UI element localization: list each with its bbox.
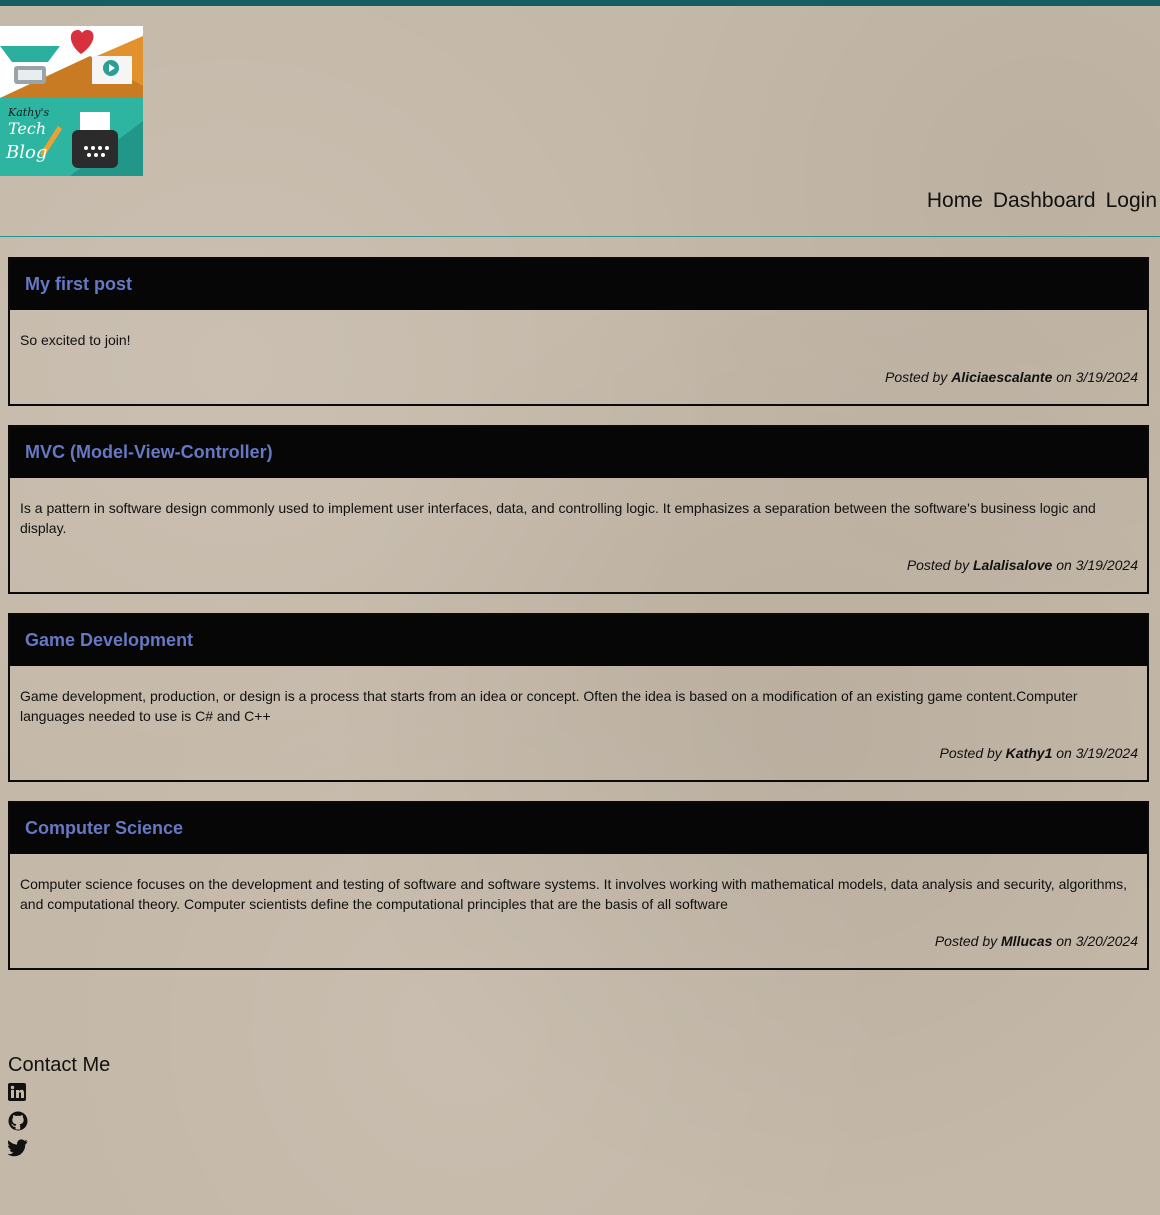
post-author: Mllucas bbox=[1001, 933, 1053, 949]
site-header: Kathy's Tech Blog Home Dashboard Login bbox=[0, 6, 1160, 237]
post-header: Computer Science bbox=[10, 803, 1147, 854]
post-card[interactable]: MVC (Model-View-Controller) Is a pattern… bbox=[8, 425, 1149, 594]
post-list: My first post So excited to join! Posted… bbox=[8, 257, 1149, 989]
post-header: My first post bbox=[10, 259, 1147, 310]
post-card[interactable]: Game Development Game development, produ… bbox=[8, 613, 1149, 782]
post-content: So excited to join! bbox=[20, 332, 131, 348]
post-author: Lalalisalove bbox=[972, 557, 1053, 573]
posted-by-label: Posted by bbox=[885, 369, 952, 385]
post-body: Game development, production, or design … bbox=[10, 666, 1147, 726]
nav-dashboard-link[interactable]: Dashboard bbox=[993, 189, 1096, 213]
post-meta: Posted by Lalalisalove on 3/19/2024 bbox=[10, 538, 1147, 592]
post-body: Computer science focuses on the developm… bbox=[10, 854, 1147, 914]
post-body: Is a pattern in software design commonly… bbox=[10, 478, 1147, 538]
post-header: Game Development bbox=[10, 615, 1147, 666]
post-author: Kathy1 bbox=[1005, 745, 1053, 761]
post-date: on 3/20/2024 bbox=[1052, 933, 1138, 949]
nav-home-link[interactable]: Home bbox=[927, 189, 983, 213]
linkedin-icon[interactable] bbox=[8, 1083, 28, 1103]
contact-title: Contact Me bbox=[8, 1054, 111, 1076]
posted-by-label: Posted by bbox=[939, 745, 1006, 761]
post-content: Is a pattern in software design commonly… bbox=[20, 500, 1096, 536]
post-header: MVC (Model-View-Controller) bbox=[10, 427, 1147, 478]
post-title[interactable]: Computer Science bbox=[25, 818, 183, 839]
post-meta: Posted by Aliciaescalante on 3/19/2024 bbox=[10, 350, 1147, 404]
post-date: on 3/19/2024 bbox=[1052, 745, 1138, 761]
post-content: Game development, production, or design … bbox=[20, 688, 1078, 724]
post-title[interactable]: MVC (Model-View-Controller) bbox=[25, 442, 273, 463]
site-footer: Contact Me bbox=[8, 1054, 110, 1167]
post-body: So excited to join! bbox=[10, 310, 1147, 350]
posted-by-label: Posted by bbox=[934, 933, 1001, 949]
post-date: on 3/19/2024 bbox=[1052, 557, 1138, 573]
github-icon[interactable] bbox=[8, 1111, 28, 1131]
logo-text-kathys: Kathy's bbox=[7, 106, 50, 119]
post-meta: Posted by Mllucas on 3/20/2024 bbox=[10, 914, 1147, 968]
post-date: on 3/19/2024 bbox=[1052, 369, 1138, 385]
post-card[interactable]: My first post So excited to join! Posted… bbox=[8, 257, 1149, 406]
post-title[interactable]: Game Development bbox=[25, 630, 193, 651]
logo-text-blog: Blog bbox=[5, 142, 47, 163]
post-card[interactable]: Computer Science Computer science focuse… bbox=[8, 801, 1149, 970]
nav-login-link[interactable]: Login bbox=[1106, 189, 1157, 213]
main-nav: Home Dashboard Login bbox=[927, 189, 1157, 213]
post-meta: Posted by Kathy1 on 3/19/2024 bbox=[10, 726, 1147, 780]
post-title[interactable]: My first post bbox=[25, 274, 132, 295]
logo-text-tech: Tech bbox=[8, 119, 46, 138]
twitter-icon[interactable] bbox=[8, 1139, 28, 1159]
post-author: Aliciaescalante bbox=[951, 369, 1053, 385]
post-content: Computer science focuses on the developm… bbox=[20, 876, 1128, 912]
site-logo[interactable]: Kathy's Tech Blog bbox=[0, 26, 143, 176]
posted-by-label: Posted by bbox=[906, 557, 973, 573]
